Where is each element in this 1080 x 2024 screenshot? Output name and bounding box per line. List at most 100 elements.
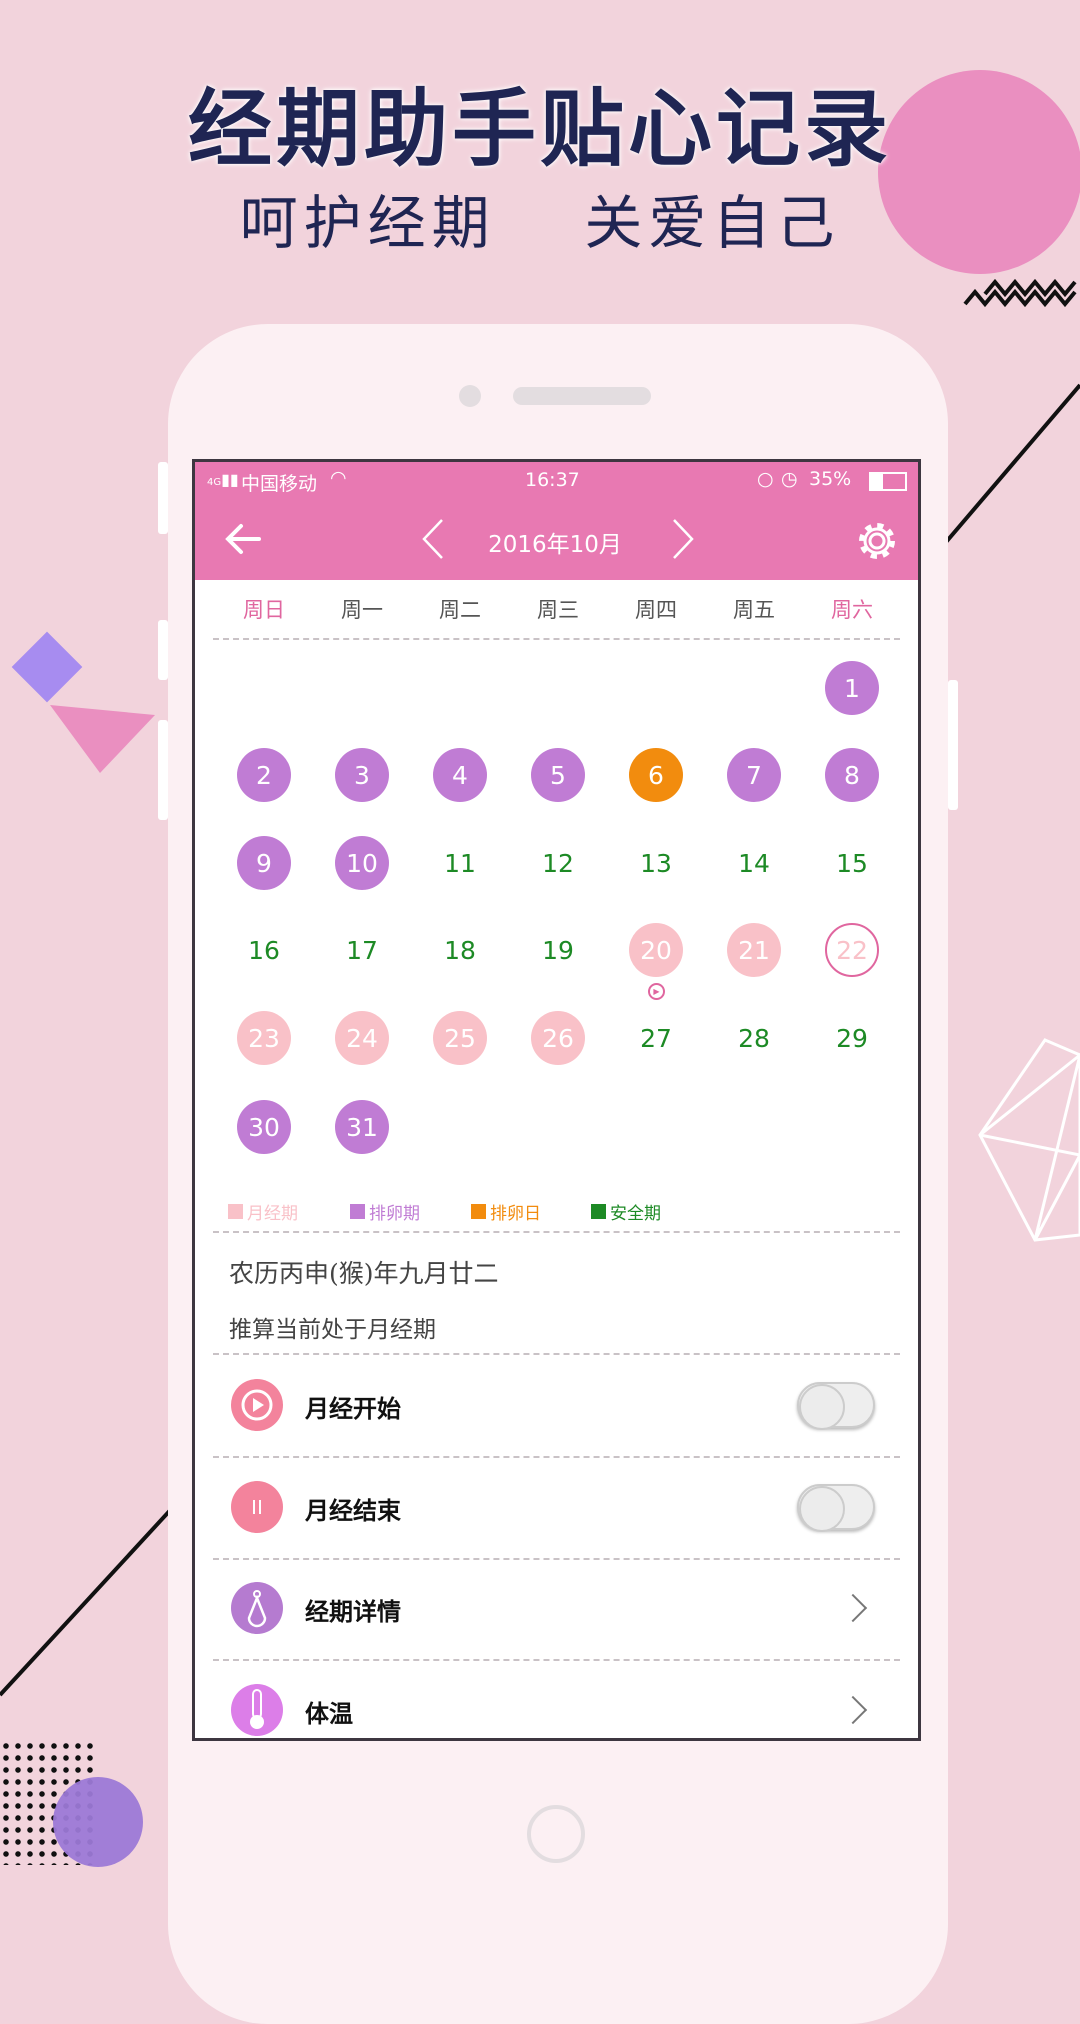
weekday-label: 周日 <box>243 598 285 622</box>
legend-item: 月经期 <box>228 1199 298 1224</box>
calendar-day-30[interactable]: 30 <box>237 1100 291 1154</box>
app-bar: 2016年10月 <box>195 499 918 580</box>
decor-triangle <box>50 705 155 773</box>
decor-line-left <box>0 1503 177 1697</box>
calendar-day-3[interactable]: 3 <box>335 748 389 802</box>
chevron-right-icon[interactable] <box>838 1695 868 1725</box>
calendar-day-7[interactable]: 7 <box>727 748 781 802</box>
legend-swatch <box>228 1204 243 1219</box>
signal-icon: 4G▮▮ <box>207 470 239 489</box>
chevron-right-icon[interactable] <box>670 517 696 561</box>
divider <box>213 1353 900 1355</box>
alarm-icon: ◷ <box>781 468 798 490</box>
legend-item: 排卵期 <box>350 1199 420 1224</box>
calendar-day-13[interactable]: 13 <box>629 836 683 890</box>
weekday-label: 周六 <box>831 598 873 622</box>
calendar-day-26[interactable]: 26 <box>531 1011 585 1065</box>
weekday-label: 周二 <box>439 598 481 622</box>
legend-item: 排卵日 <box>471 1199 541 1224</box>
weekday-label: 周四 <box>635 598 677 622</box>
divider <box>213 1659 900 1661</box>
chevron-left-icon[interactable] <box>420 517 446 561</box>
legend-swatch <box>471 1204 486 1219</box>
phone-side-button <box>158 462 168 534</box>
legend-label: 排卵期 <box>369 1204 420 1224</box>
weekday-label: 周三 <box>537 598 579 622</box>
promo-headline: 经期助手贴心记录 <box>187 80 892 178</box>
calendar-day-31[interactable]: 31 <box>335 1100 389 1154</box>
weekday-label: 周五 <box>733 598 775 622</box>
divider <box>213 1456 900 1458</box>
gear-icon[interactable] <box>855 519 899 563</box>
calendar-day-27[interactable]: 27 <box>629 1011 683 1065</box>
calendar-day-14[interactable]: 14 <box>727 836 781 890</box>
decor-polygon <box>978 1038 1080 1242</box>
calendar-day-19[interactable]: 19 <box>531 923 585 977</box>
legend-swatch <box>350 1204 365 1219</box>
phone-camera <box>459 385 481 407</box>
toggle-switch[interactable] <box>797 1382 875 1430</box>
headset-icon: ○ <box>757 468 774 490</box>
decor-line-right <box>933 383 1080 557</box>
calendar-day-5[interactable]: 5 <box>531 748 585 802</box>
legend-item: 安全期 <box>591 1199 661 1224</box>
phone-side-button <box>158 720 168 820</box>
calendar-day-29[interactable]: 29 <box>825 1011 879 1065</box>
thermometer-icon <box>231 1684 283 1736</box>
app-screen: 4G▮▮ 中国移动 ◠ 16:37 ○ ◷ 35% 2016年10月 周日 周一 周… <box>192 459 921 1741</box>
calendar-day-18[interactable]: 18 <box>433 923 487 977</box>
decor-purple-circle <box>53 1777 143 1867</box>
weekday-label: 周一 <box>341 598 383 622</box>
row-label[interactable]: 月经结束 <box>305 1491 401 1526</box>
divider <box>213 638 900 640</box>
calendar-day-10[interactable]: 10 <box>335 836 389 890</box>
legend-swatch <box>591 1204 606 1219</box>
month-title: 2016年10月 <box>488 532 622 558</box>
calendar-day-24[interactable]: 24 <box>335 1011 389 1065</box>
wifi-icon: ◠ <box>330 467 347 489</box>
calendar-day-16[interactable]: 16 <box>237 923 291 977</box>
calendar-day-1[interactable]: 1 <box>825 661 879 715</box>
legend-label: 安全期 <box>610 1204 661 1224</box>
calendar-day-6[interactable]: 6 <box>629 748 683 802</box>
status-bar: 4G▮▮ 中国移动 ◠ 16:37 ○ ◷ 35% <box>195 462 918 499</box>
calendar-day-21[interactable]: 21 <box>727 923 781 977</box>
lunar-date: 农历丙申(猴)年九月廿二 <box>229 1259 499 1288</box>
phone-speaker <box>513 387 651 405</box>
battery-icon <box>869 472 907 491</box>
calendar-day-25[interactable]: 25 <box>433 1011 487 1065</box>
calendar-day-2[interactable]: 2 <box>237 748 291 802</box>
calendar-day-11[interactable]: 11 <box>433 836 487 890</box>
time: 16:37 <box>525 469 580 491</box>
calendar-day-9[interactable]: 9 <box>237 836 291 890</box>
divider <box>213 1231 900 1233</box>
toggle-switch[interactable] <box>797 1484 875 1532</box>
row-label[interactable]: 经期详情 <box>305 1592 401 1627</box>
phone-side-button <box>948 680 958 810</box>
battery-percent: 35% <box>809 468 852 490</box>
calendar-day-8[interactable]: 8 <box>825 748 879 802</box>
calendar-day-23[interactable]: 23 <box>237 1011 291 1065</box>
play-icon <box>231 1379 283 1431</box>
decor-zigzag <box>963 278 1077 308</box>
carrier: 中国移动 <box>241 473 318 495</box>
calendar-day-4[interactable]: 4 <box>433 748 487 802</box>
phone-home-button[interactable] <box>527 1805 585 1863</box>
row-label[interactable]: 月经开始 <box>305 1389 401 1424</box>
chevron-right-icon[interactable] <box>838 1593 868 1623</box>
cycle-status: 推算当前处于月经期 <box>229 1317 436 1343</box>
phone-side-button <box>158 620 168 680</box>
promo-subline: 呵护经期 关爱自己 <box>239 189 841 257</box>
decor-diamond <box>11 631 83 703</box>
pause-icon <box>231 1481 283 1533</box>
calendar-day-12[interactable]: 12 <box>531 836 585 890</box>
calendar-day-28[interactable]: 28 <box>727 1011 781 1065</box>
calendar-day-17[interactable]: 17 <box>335 923 389 977</box>
arrow-left-icon[interactable] <box>223 521 263 557</box>
row-label[interactable]: 体温 <box>305 1694 353 1729</box>
calendar-day-15[interactable]: 15 <box>825 836 879 890</box>
calendar-day-20[interactable]: 20 <box>629 923 683 977</box>
calendar-day-22[interactable]: 22 <box>825 923 879 977</box>
divider <box>213 1558 900 1560</box>
period-start-marker-icon: ▶ <box>648 983 665 1000</box>
